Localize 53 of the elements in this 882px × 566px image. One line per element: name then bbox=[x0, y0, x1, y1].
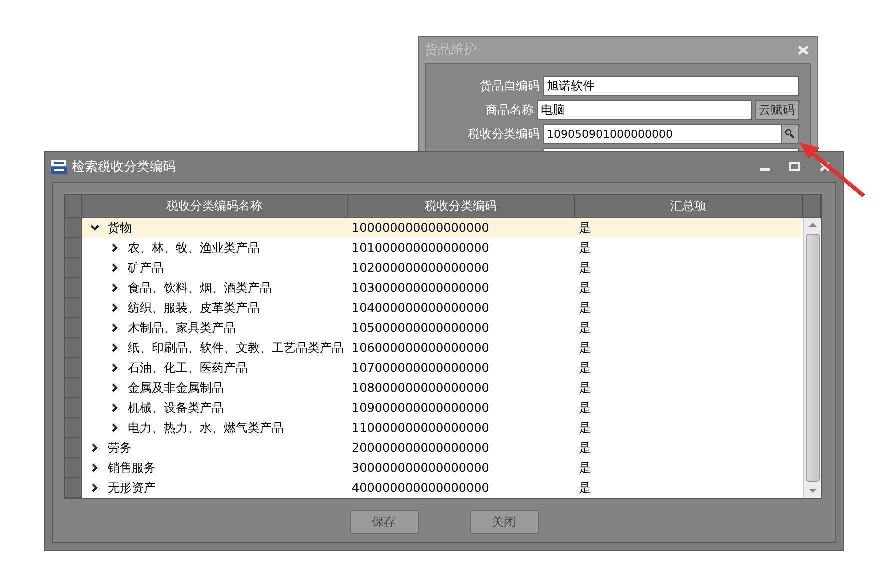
chevron-right-icon[interactable] bbox=[90, 483, 100, 493]
tree-item-label: 机械、设备类产品 bbox=[128, 400, 224, 416]
chevron-down-icon[interactable] bbox=[90, 223, 100, 233]
table-cell: 是 bbox=[575, 218, 803, 238]
chevron-right-icon[interactable] bbox=[110, 303, 120, 313]
tree-item-label: 货物 bbox=[108, 220, 132, 236]
input-field[interactable]: 旭诺软件 bbox=[543, 76, 799, 96]
column-header[interactable]: 税收分类编码 bbox=[348, 195, 575, 218]
close-icon[interactable] bbox=[819, 161, 831, 173]
tree-item-label: 农、林、牧、渔业类产品 bbox=[128, 240, 260, 256]
close-button[interactable] bbox=[798, 46, 809, 54]
side-button[interactable]: 云赋码 bbox=[755, 100, 799, 120]
chevron-right-icon[interactable] bbox=[110, 403, 120, 413]
chevron-right-icon[interactable] bbox=[90, 463, 100, 473]
window-title: 检索税收分类编码 bbox=[72, 159, 177, 176]
tree-item-label: 无形资产 bbox=[108, 480, 156, 496]
tree-item-label: 纺织、服装、皮革类产品 bbox=[128, 300, 260, 316]
scrollbar-thumb[interactable] bbox=[806, 234, 820, 482]
tree-item-label: 劳务 bbox=[108, 440, 132, 456]
scrollbar[interactable] bbox=[803, 218, 821, 498]
tree-item-label: 食品、饮料、烟、酒类产品 bbox=[128, 280, 272, 296]
field-label: 商品名称 bbox=[485, 102, 534, 118]
chevron-right-icon[interactable] bbox=[110, 343, 120, 353]
input-field[interactable]: 电脑 bbox=[537, 100, 752, 120]
tree-item-label: 金属及非金属制品 bbox=[128, 380, 224, 396]
chevron-right-icon[interactable] bbox=[110, 243, 120, 253]
field-label: 税收分类编码 bbox=[467, 126, 540, 142]
table-cell: 100000000000000000 bbox=[348, 218, 575, 238]
field-label: 货品自编码 bbox=[479, 78, 540, 94]
close-icon bbox=[798, 46, 809, 54]
maximize-icon[interactable] bbox=[789, 161, 801, 173]
chevron-right-icon[interactable] bbox=[110, 423, 120, 433]
chevron-right-icon[interactable] bbox=[110, 323, 120, 333]
tree-item-label: 纸、印刷品、软件、文教、工艺品类产品 bbox=[128, 340, 344, 356]
table-cell[interactable]: 货物 bbox=[82, 218, 348, 238]
chevron-right-icon[interactable] bbox=[110, 363, 120, 373]
chevron-right-icon[interactable] bbox=[110, 263, 120, 273]
tree-item-label: 石油、化工、医药产品 bbox=[128, 360, 248, 376]
search-button[interactable] bbox=[781, 125, 798, 143]
tree-item-label: 销售服务 bbox=[108, 460, 156, 476]
tree-item-label: 木制品、家具类产品 bbox=[128, 320, 236, 336]
column-header[interactable]: 汇总项 bbox=[575, 195, 803, 218]
pointer-arrow bbox=[798, 140, 868, 200]
search-icon bbox=[785, 129, 795, 139]
input-field[interactable]: 109050901000000000 bbox=[543, 124, 799, 144]
dialog-button[interactable]: 关闭 bbox=[470, 510, 538, 534]
app-icon bbox=[51, 160, 67, 174]
tree-item-label: 电力、热力、水、燃气类产品 bbox=[128, 420, 284, 436]
chevron-right-icon[interactable] bbox=[110, 383, 120, 393]
tree-item-label: 矿产品 bbox=[128, 260, 164, 276]
chevron-right-icon[interactable] bbox=[110, 283, 120, 293]
chevron-right-icon[interactable] bbox=[90, 443, 100, 453]
column-header[interactable]: 税收分类编码名称 bbox=[82, 195, 348, 218]
